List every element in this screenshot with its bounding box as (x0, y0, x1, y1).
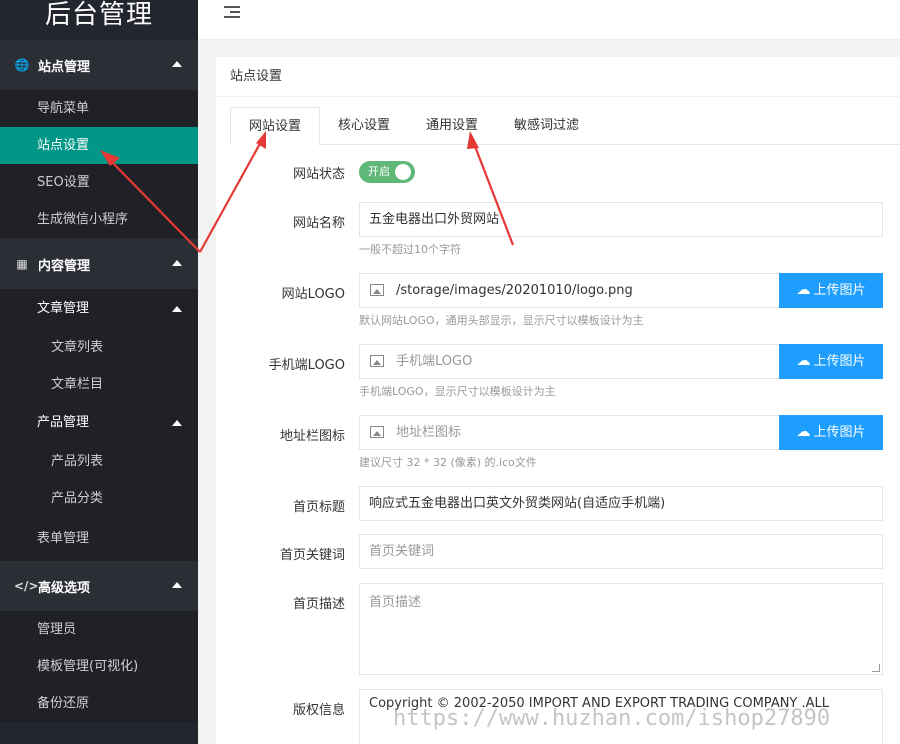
card-title: 站点设置 (216, 57, 900, 97)
caret-up-icon (172, 61, 182, 67)
nav-group-content[interactable]: ▦ 内容管理 (0, 239, 198, 289)
caret-up-icon (172, 582, 182, 588)
home-title-label: 首页标题 (292, 500, 345, 515)
upload-favicon-button[interactable]: ☁ 上传图片 (779, 415, 883, 450)
caret-up-icon (172, 306, 182, 312)
site-name-input[interactable]: 五金电器出口外贸网站 (359, 202, 883, 237)
nav-subgroup-products[interactable]: 产品管理 (0, 403, 198, 443)
site-status-switch[interactable]: 开启 (359, 161, 415, 183)
upload-logo-button[interactable]: ☁ 上传图片 (779, 273, 883, 308)
mobile-logo-label: 手机端LOGO (268, 358, 345, 373)
nav-subgroup-label: 产品管理 (37, 415, 90, 430)
tab-sensitive-words[interactable]: 敏感词过滤 (496, 107, 597, 145)
upload-button-label: 上传图片 (813, 283, 866, 298)
cloud-upload-icon: ☁ (796, 353, 811, 369)
tab-site-settings[interactable]: 网站设置 (230, 107, 321, 146)
caret-up-icon (172, 420, 182, 426)
home-title-input[interactable]: 响应式五金电器出口英文外贸类网站(自适应手机端) (359, 486, 883, 521)
sidebar: 后台管理 🌐 站点管理 导航菜单 站点设置 SEO设置 生成微信小程序 ▦ 内容… (0, 0, 198, 744)
site-logo-input[interactable]: /storage/images/20201010/logo.png (359, 273, 780, 308)
switch-knob (395, 164, 411, 180)
favicon-placeholder: 地址栏图标 (396, 425, 462, 440)
site-name-hint: 一般不超过10个字符 (359, 243, 461, 256)
site-logo-label: 网站LOGO (281, 287, 345, 302)
code-icon: </> (14, 579, 39, 593)
menu-toggle-icon[interactable] (224, 6, 240, 20)
sidebar-item-product-list[interactable]: 产品列表 (0, 443, 198, 480)
home-keywords-label: 首页关键词 (279, 548, 345, 563)
globe-icon: 🌐 (14, 58, 30, 72)
tab-core-settings[interactable]: 核心设置 (320, 107, 408, 145)
sidebar-item-seo[interactable]: SEO设置 (0, 164, 198, 201)
image-icon (370, 426, 384, 438)
sidebar-item-forms[interactable]: 表单管理 (0, 517, 198, 561)
nav-group-label: 站点管理 (38, 59, 91, 75)
site-logo-value: /storage/images/20201010/logo.png (396, 283, 633, 298)
cloud-upload-icon: ☁ (796, 424, 811, 440)
mobile-logo-hint: 手机端LOGO，显示尺寸以模板设计为主 (359, 385, 556, 398)
sidebar-item-backup[interactable]: 备份还原 (0, 685, 198, 722)
calendar-icon: ▦ (16, 257, 28, 271)
image-icon (370, 284, 384, 296)
favicon-hint: 建议尺寸 32 * 32 (像素) 的.ico文件 (359, 456, 537, 469)
sidebar-item-admins[interactable]: 管理员 (0, 611, 198, 648)
cloud-upload-icon: ☁ (796, 282, 811, 298)
favicon-input[interactable]: 地址栏图标 (359, 415, 780, 450)
nav-group-advanced[interactable]: </> 高级选项 (0, 561, 198, 611)
home-desc-label: 首页描述 (292, 597, 345, 612)
sidebar-item-product-category[interactable]: 产品分类 (0, 480, 198, 517)
app-logo: 后台管理 (44, 0, 153, 30)
home-desc-textarea[interactable]: 首页描述 (359, 583, 883, 675)
upload-button-label: 上传图片 (813, 425, 866, 440)
nav-group-label: 内容管理 (38, 258, 91, 274)
nav-group-label: 高级选项 (38, 580, 91, 596)
upload-mobile-logo-button[interactable]: ☁ 上传图片 (779, 344, 883, 379)
image-icon (370, 355, 384, 367)
home-keywords-input[interactable]: 首页关键词 (359, 534, 883, 569)
copyright-label: 版权信息 (292, 703, 345, 718)
sidebar-item-nav-menu[interactable]: 导航菜单 (0, 90, 198, 127)
resize-handle[interactable] (872, 664, 880, 672)
home-desc-placeholder: 首页描述 (369, 595, 422, 610)
caret-up-icon (172, 260, 182, 266)
favicon-label: 地址栏图标 (279, 429, 345, 444)
sidebar-item-article-list[interactable]: 文章列表 (0, 329, 198, 366)
status-label: 网站状态 (292, 167, 345, 182)
site-name-label: 网站名称 (292, 216, 345, 231)
sidebar-item-templates[interactable]: 模板管理(可视化) (0, 648, 198, 685)
settings-card: 站点设置 网站设置 核心设置 通用设置 敏感词过滤 网站状态 开启 网站名称 五… (216, 57, 900, 744)
tab-bar: 网站设置 核心设置 通用设置 敏感词过滤 (230, 107, 900, 146)
mobile-logo-placeholder: 手机端LOGO (396, 354, 473, 369)
nav-group-site[interactable]: 🌐 站点管理 (0, 40, 198, 90)
watermark: https://www.huzhan.com/ishop27890 (393, 706, 831, 731)
tab-general-settings[interactable]: 通用设置 (408, 107, 496, 145)
switch-text: 开启 (368, 165, 390, 178)
sidebar-item-site-settings[interactable]: 站点设置 (0, 127, 198, 164)
nav-subgroup-articles[interactable]: 文章管理 (0, 289, 198, 329)
topbar (198, 0, 900, 40)
sidebar-item-article-category[interactable]: 文章栏目 (0, 366, 198, 403)
sidebar-item-wechat-miniapp[interactable]: 生成微信小程序 (0, 201, 198, 238)
mobile-logo-input[interactable]: 手机端LOGO (359, 344, 780, 379)
nav-subgroup-label: 文章管理 (37, 301, 90, 316)
upload-button-label: 上传图片 (813, 354, 866, 369)
site-logo-hint: 默认网站LOGO，通用头部显示，显示尺寸以模板设计为主 (359, 314, 644, 327)
